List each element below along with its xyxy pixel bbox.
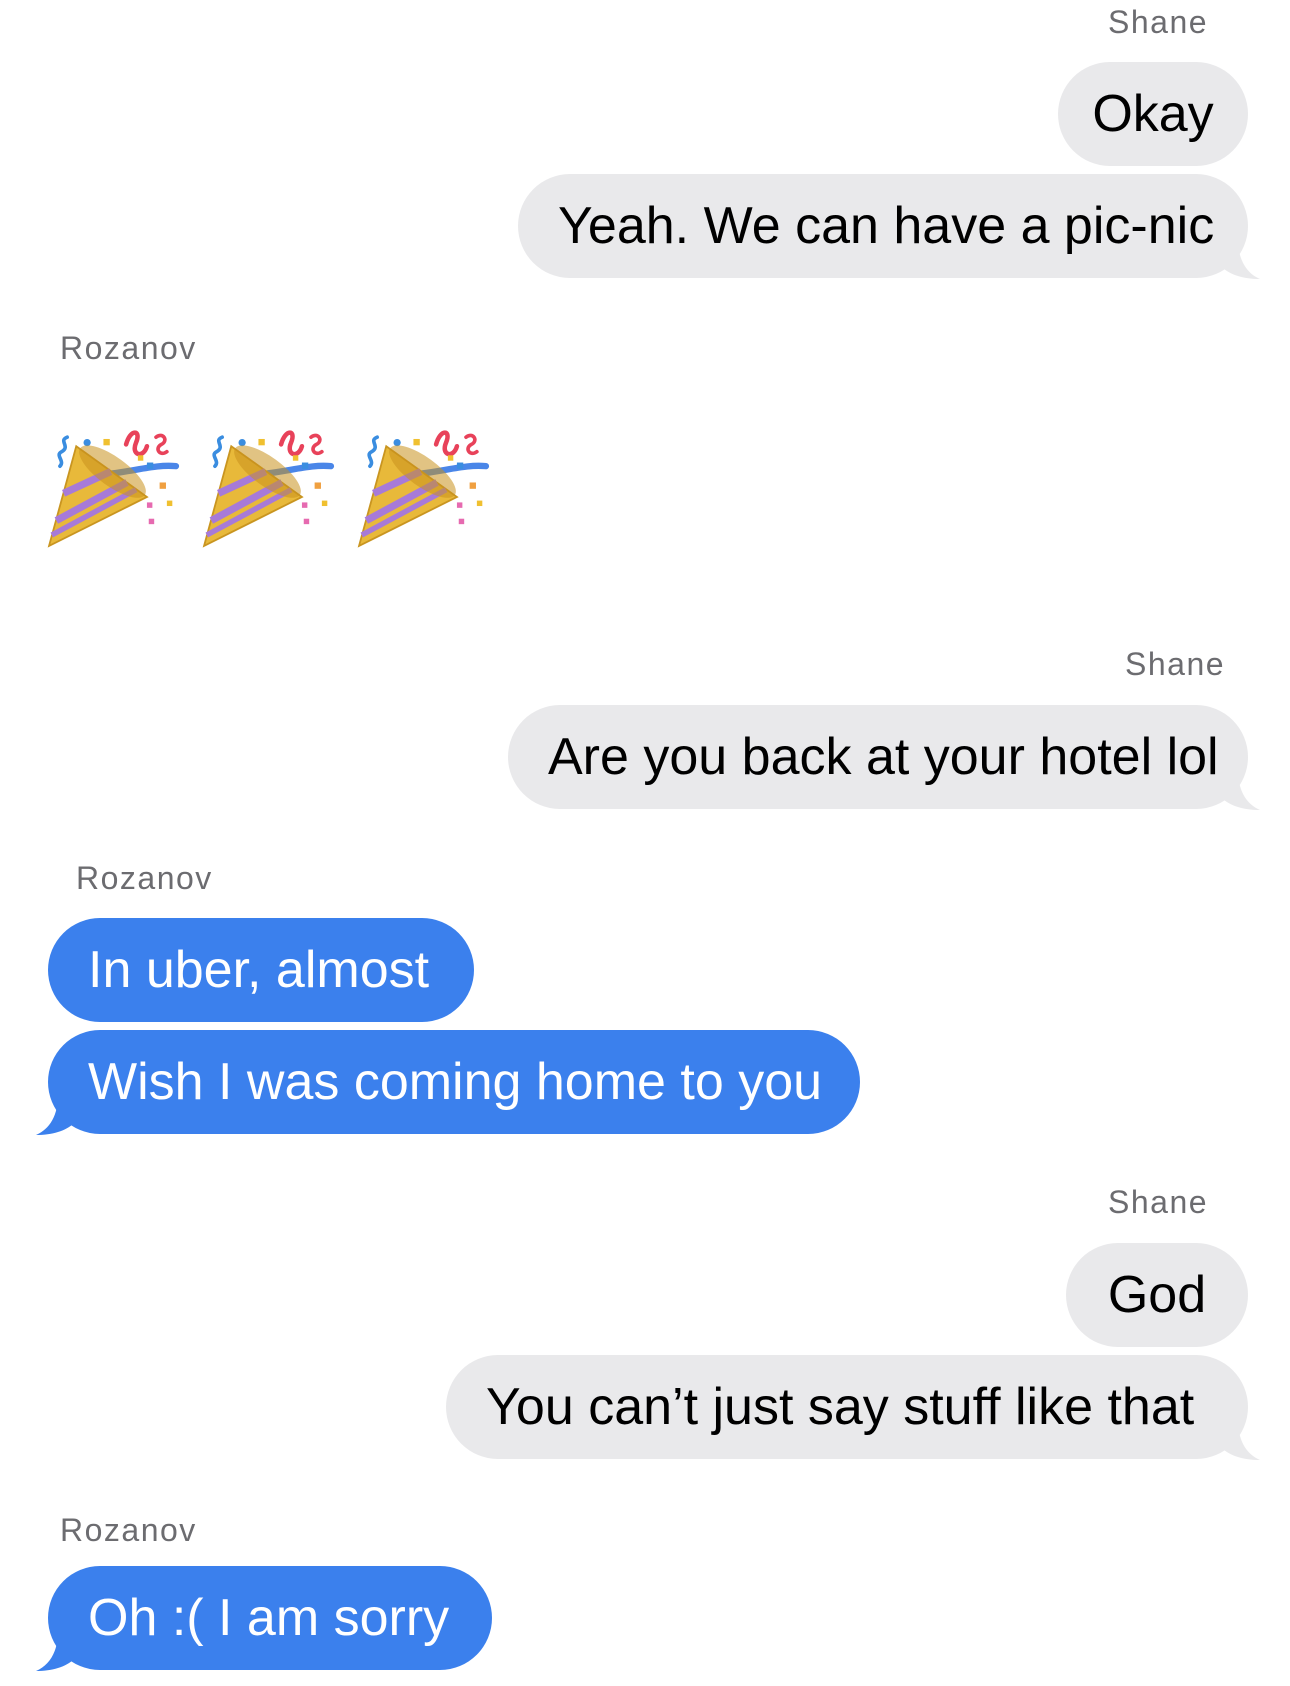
bubble-tail-icon xyxy=(1222,239,1260,279)
sender-label: Shane xyxy=(1108,4,1209,40)
party-popper-icon xyxy=(350,412,495,562)
party-popper-icon xyxy=(40,412,185,562)
message-bubble[interactable]: God xyxy=(1066,1243,1248,1347)
message-bubble[interactable]: Okay xyxy=(1058,62,1248,166)
message-bubble[interactable]: In uber, almost xyxy=(48,918,474,1022)
party-popper-icon xyxy=(195,412,340,562)
message-text: Oh :( I am sorry xyxy=(88,1589,450,1647)
message-text: God xyxy=(1107,1266,1207,1324)
bubble-tail-icon xyxy=(36,1095,74,1135)
sender-label: Shane xyxy=(1125,646,1226,682)
message-bubble[interactable]: Oh :( I am sorry xyxy=(36,1566,492,1671)
message-bubble[interactable]: You can’t just say stuff like that xyxy=(446,1355,1260,1460)
sender-label: Rozanov xyxy=(60,330,197,366)
message-text: Are you back at your hotel lol xyxy=(548,728,1219,786)
bubble-tail-icon xyxy=(1222,1420,1260,1460)
sender-label: Shane xyxy=(1108,1184,1209,1220)
message-bubble[interactable]: Wish I was coming home to you xyxy=(36,1030,860,1135)
message-text: Yeah. We can have a pic-nic xyxy=(558,197,1215,255)
emoji-message[interactable] xyxy=(40,412,495,562)
sender-label: Rozanov xyxy=(60,1512,197,1548)
bubble-tail-icon xyxy=(36,1631,74,1671)
message-text: In uber, almost xyxy=(88,941,430,999)
message-text: You can’t just say stuff like that xyxy=(486,1378,1195,1436)
message-text: Wish I was coming home to you xyxy=(88,1053,823,1111)
sender-label: Rozanov xyxy=(76,860,213,896)
bubble-tail-icon xyxy=(1222,770,1260,810)
message-bubble[interactable]: Yeah. We can have a pic-nic xyxy=(518,174,1260,279)
message-text: Okay xyxy=(1092,85,1214,143)
message-bubble[interactable]: Are you back at your hotel lol xyxy=(508,705,1260,810)
